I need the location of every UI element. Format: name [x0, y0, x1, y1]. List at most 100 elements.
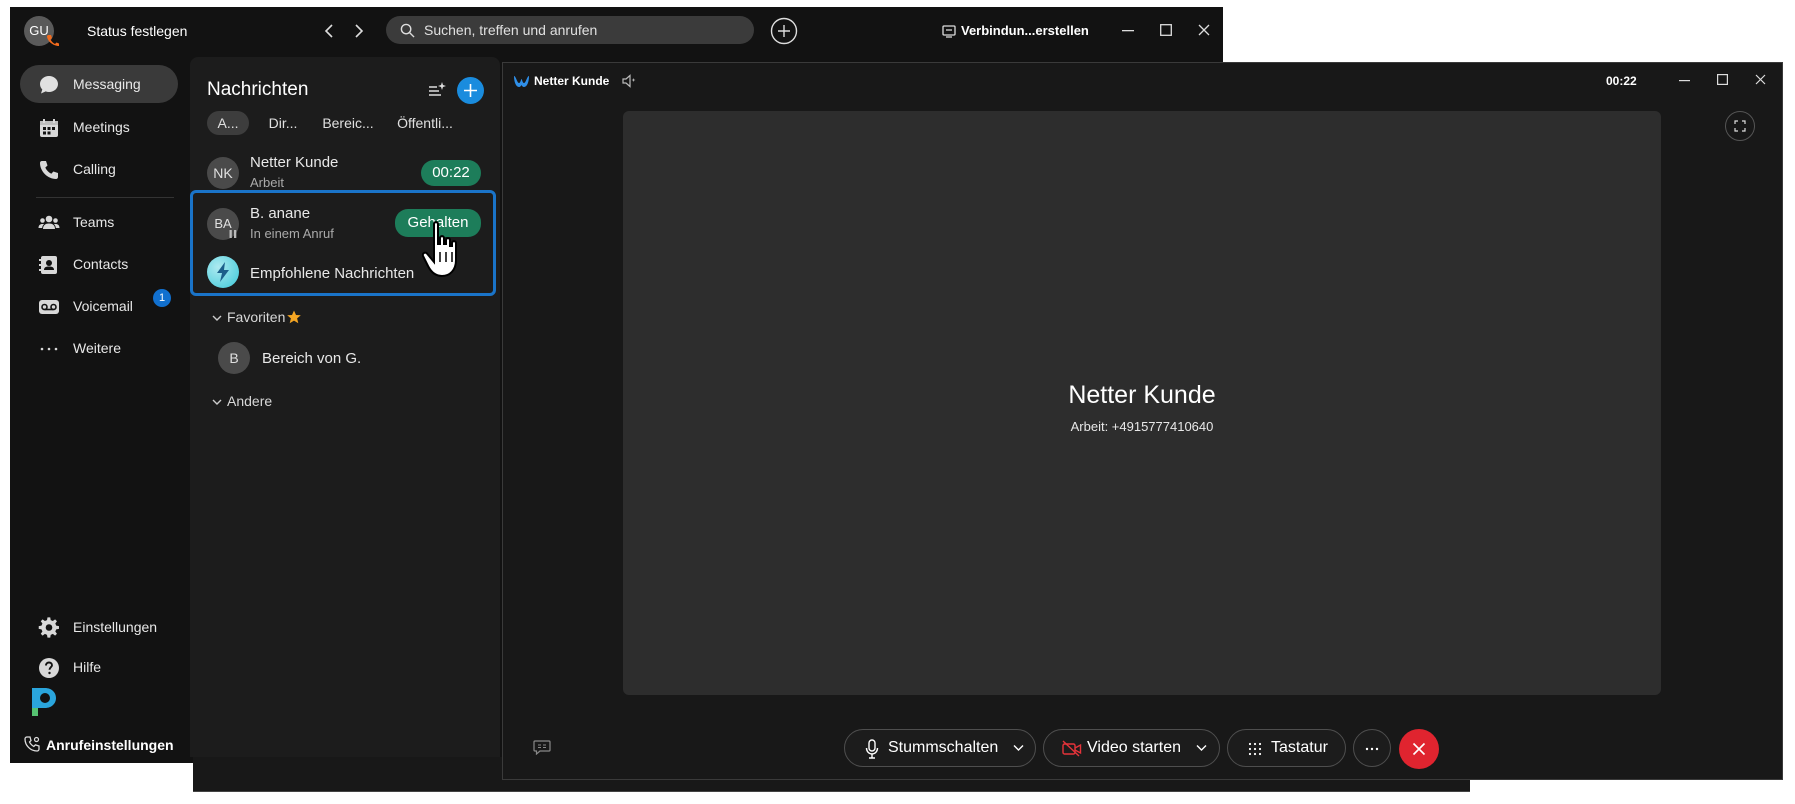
chevron-down-icon[interactable] [212, 313, 222, 323]
more-options-button[interactable] [1353, 729, 1391, 767]
nav-label-contacts: Contacts [73, 256, 129, 272]
microphone-icon [865, 739, 879, 759]
others-header[interactable]: Andere [227, 393, 272, 409]
calendar-icon [40, 119, 58, 137]
conversation-status: In einem Anruf [250, 226, 334, 241]
keypad-button[interactable]: Tastatur [1227, 729, 1346, 767]
conversation-name: Bereich von G. [262, 350, 362, 367]
captions-icon[interactable] [533, 740, 551, 755]
start-video-label: Video starten [1087, 739, 1181, 756]
avatar: B [218, 342, 250, 374]
start-video-button[interactable]: Video starten [1043, 729, 1220, 767]
people-icon [38, 215, 60, 229]
avatar: NK [207, 157, 239, 189]
call-settings-button[interactable]: Anrufeinstellungen [46, 737, 174, 753]
call-window: Netter Kunde 00:22 Netter Kunde Arbeit: … [502, 62, 1783, 780]
main-titlebar: GU Status festlegen Suchen, treffen und … [10, 7, 1223, 57]
nav-item-more[interactable]: Weitere [20, 329, 178, 367]
nav-divider [36, 197, 174, 198]
keypad-icon [1248, 742, 1262, 756]
close-icon[interactable] [1755, 74, 1766, 85]
list-item-bereich[interactable]: B Bereich von G. [198, 338, 494, 378]
video-area: Netter Kunde Arbeit: +4915777410640 [623, 111, 1661, 695]
voicemail-icon [39, 300, 59, 314]
speaker-sparkle-icon[interactable] [621, 73, 637, 89]
filter-chip-spaces[interactable]: Bereic... [318, 111, 378, 135]
chat-bubble-icon [40, 76, 58, 94]
pause-icon [229, 230, 237, 238]
phone-icon [40, 161, 58, 179]
callee-name: Netter Kunde [1068, 381, 1216, 409]
status-label[interactable]: Status festlegen [87, 23, 187, 39]
filter-sparkle-icon[interactable] [427, 80, 447, 100]
nav-item-contacts[interactable]: Contacts [20, 245, 178, 283]
favorites-header[interactable]: Favoriten [227, 309, 285, 325]
nav-item-help[interactable]: Hilfe [20, 648, 178, 686]
hand-cursor-icon [422, 221, 457, 278]
contact-card-icon [39, 256, 57, 274]
filter-chip-all[interactable]: A... [207, 111, 249, 135]
connect-device-button[interactable]: Verbindun...erstellen [961, 23, 1089, 38]
gear-icon [38, 617, 59, 638]
back-arrow-icon[interactable] [322, 23, 338, 39]
filter-chip-public[interactable]: Öffentli... [390, 111, 460, 135]
search-box[interactable]: Suchen, treffen und anrufen [386, 16, 754, 44]
nav-item-teams[interactable]: Teams [20, 203, 178, 241]
webex-logo-icon [514, 76, 529, 87]
nav-item-messaging[interactable]: Messaging [20, 65, 178, 103]
chevron-down-icon[interactable] [1013, 744, 1024, 752]
search-icon [400, 23, 415, 38]
phone-status-icon [47, 35, 59, 46]
help-icon [39, 658, 59, 678]
lightning-icon [217, 262, 229, 282]
messages-panel: Nachrichten A... Dir... Bereic... Öffent… [190, 57, 500, 757]
nav-label-meetings: Meetings [73, 119, 130, 135]
conversation-name: B. anane [250, 205, 311, 222]
fullscreen-icon [1734, 120, 1746, 132]
call-window-title: Netter Kunde [534, 74, 610, 88]
nav-label-voicemail: Voicemail [73, 298, 133, 314]
recommended-icon [207, 256, 239, 288]
forward-arrow-icon[interactable] [350, 23, 366, 39]
call-duration: 00:22 [1606, 74, 1637, 88]
nav-label-teams: Teams [73, 214, 115, 230]
video-off-icon [1062, 740, 1082, 757]
mute-button[interactable]: Stummschalten [844, 729, 1036, 767]
fullscreen-button[interactable] [1725, 111, 1755, 141]
chevron-down-icon[interactable] [1196, 744, 1207, 752]
close-icon [1412, 742, 1426, 756]
connect-device-icon [942, 25, 956, 38]
nav-label-help: Hilfe [73, 659, 102, 675]
nav-label-settings: Einstellungen [73, 619, 158, 635]
minimize-icon[interactable] [1679, 80, 1690, 82]
nav-item-meetings[interactable]: Meetings [20, 108, 178, 146]
close-icon[interactable] [1198, 24, 1210, 36]
voicemail-count-badge: 1 [153, 289, 171, 307]
conversation-name: Empfohlene Nachrichten [250, 265, 415, 282]
star-icon [287, 310, 301, 324]
conversation-name: Netter Kunde [250, 154, 339, 171]
nav-item-settings[interactable]: Einstellungen [20, 608, 178, 646]
conversation-status: Arbeit [250, 175, 284, 190]
app-logo-icon [32, 688, 56, 716]
plus-icon [464, 84, 477, 97]
panel-title: Nachrichten [207, 79, 309, 100]
nav-label-calling: Calling [73, 161, 116, 177]
call-timer-badge[interactable]: 00:22 [421, 160, 481, 186]
keypad-label: Tastatur [1271, 739, 1328, 756]
callee-number: Arbeit: +4915777410640 [1070, 419, 1214, 434]
maximize-icon[interactable] [1160, 24, 1172, 36]
end-call-button[interactable] [1399, 729, 1439, 769]
filter-chip-direct[interactable]: Dir... [260, 111, 306, 135]
new-message-button[interactable] [457, 77, 484, 104]
add-circle-icon[interactable] [770, 17, 798, 45]
nav-label-more: Weitere [73, 340, 121, 356]
maximize-icon[interactable] [1717, 74, 1728, 85]
mute-label: Stummschalten [888, 739, 999, 756]
more-horizontal-icon [40, 347, 58, 351]
nav-item-calling[interactable]: Calling [20, 150, 178, 188]
chevron-down-icon[interactable] [212, 397, 222, 407]
more-horizontal-icon [1365, 747, 1379, 751]
nav-label-messaging: Messaging [73, 76, 141, 92]
minimize-icon[interactable] [1122, 30, 1134, 32]
